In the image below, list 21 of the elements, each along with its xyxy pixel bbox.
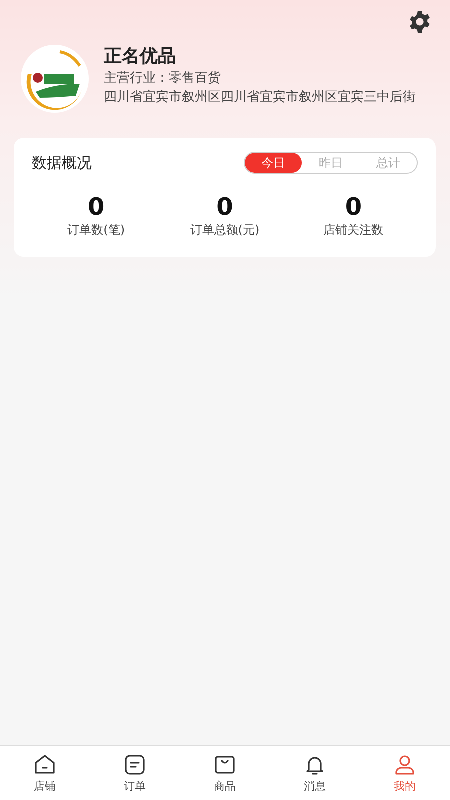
settings-icon[interactable] bbox=[408, 10, 432, 34]
nav-tab[interactable]: 我的 bbox=[360, 746, 450, 800]
nav-tab[interactable]: 订单 bbox=[90, 746, 180, 800]
industry-text: 主营行业：零售百货 bbox=[104, 70, 222, 87]
store-name: 正名优品 bbox=[104, 45, 177, 68]
card-title: 数据概况 bbox=[32, 154, 92, 172]
stat-label: 店铺关注数 bbox=[324, 222, 384, 239]
nav-tab[interactable]: 商品 bbox=[180, 746, 270, 800]
user-icon bbox=[393, 752, 417, 776]
store-logo bbox=[20, 44, 90, 114]
period-tab[interactable]: 今日 bbox=[245, 153, 302, 173]
stat-value: 0 bbox=[345, 194, 362, 220]
nav-tab[interactable]: 店铺 bbox=[0, 746, 90, 800]
stat-label: 订单数(笔) bbox=[68, 222, 126, 239]
stat-label: 订单总额(元) bbox=[190, 222, 260, 239]
stat-value: 0 bbox=[88, 194, 105, 220]
address-text: 四川省宜宾市叙州区四川省宜宾市叙州区宜宾三中后街 bbox=[104, 89, 417, 106]
document-icon bbox=[123, 752, 147, 776]
house-icon bbox=[33, 752, 57, 776]
stat-value: 0 bbox=[216, 194, 234, 220]
nav-tab[interactable]: 消息 bbox=[270, 746, 360, 800]
